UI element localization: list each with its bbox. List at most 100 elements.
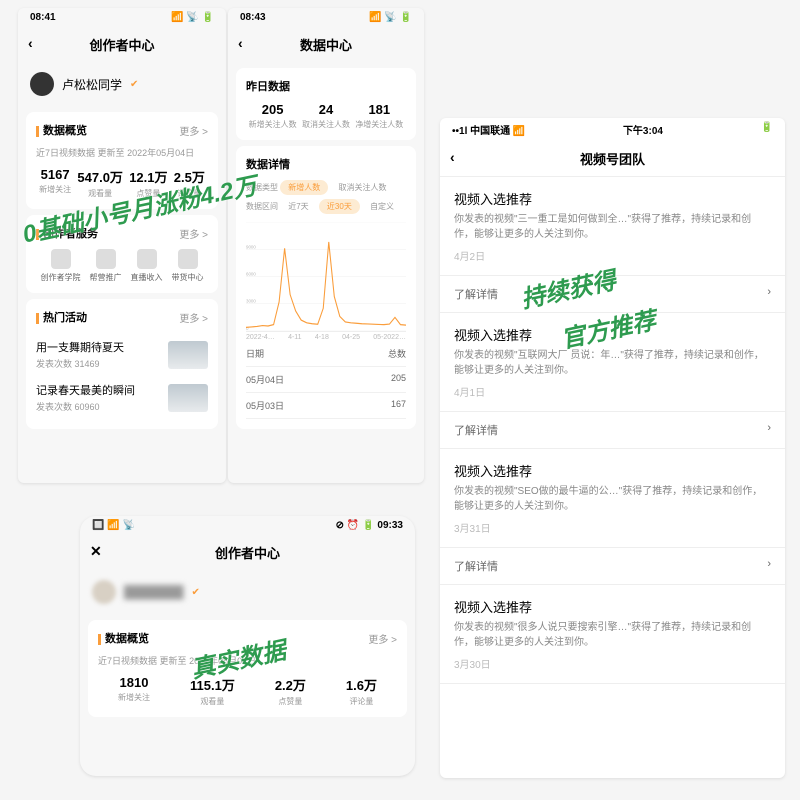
stat: 181净增关注人数 (355, 102, 403, 130)
stat: 2.2万点赞量 (275, 675, 306, 707)
notification-item[interactable]: 视频入选推荐你发表的视频"SEO做的最牛逼的公…"获得了推荐，持续记录和创作，能… (440, 449, 785, 548)
svg-text:3000: 3000 (246, 299, 256, 304)
nav-bar: ‹ 数据中心 (228, 27, 424, 62)
phone-creator-center-2: 🔲 📶 📡 ⊘ ⏰ 🔋 09:33 ✕ 创作者中心 ███████ ✔ 数据概览… (80, 516, 415, 776)
subtitle: 近7日视频数据 更新至 2022年05月04日 (98, 654, 397, 667)
chevron-right-icon: › (767, 422, 771, 438)
activity-thumbnail (168, 384, 208, 412)
chevron-right-icon: › (767, 286, 771, 302)
svg-text:6000: 6000 (246, 271, 256, 276)
activity-thumbnail (168, 341, 208, 369)
page-title: 创作者中心 (215, 546, 280, 561)
notification-item[interactable]: 视频入选推荐你发表的视频"很多人说只要搜索引擎…"获得了推荐，持续记录和创作，能… (440, 585, 785, 684)
avatar (30, 72, 54, 96)
battery-icon: 🔋 (761, 122, 773, 137)
profile-row[interactable]: ███████ ✔ (80, 570, 415, 614)
status-bar: 🔲 📶 📡 ⊘ ⏰ 🔋 09:33 (80, 516, 415, 535)
service-item[interactable]: 创作者学院 (41, 249, 81, 283)
page-title: 创作者中心 (89, 38, 154, 53)
yesterday-card: 昨日数据 205新增关注人数24取消关注人数181净增关注人数 (236, 68, 416, 140)
page-title: 数据中心 (300, 38, 352, 53)
table-header: 日期总数 (246, 341, 406, 367)
range-7d[interactable]: 近7天 (280, 199, 316, 214)
status-bar: ••1l 中国联通 📶 下午3:04 🔋 (440, 118, 785, 141)
table-row: 05月04日205 (246, 367, 406, 393)
phone-data-center: 08:43 📶 📡 🔋 ‹ 数据中心 昨日数据 205新增关注人数24取消关注人… (228, 8, 424, 483)
page-title: 视频号团队 (580, 152, 645, 167)
stats-row: 205新增关注人数24取消关注人数181净增关注人数 (246, 102, 406, 130)
detail-link[interactable]: 了解详情› (440, 548, 785, 585)
verified-badge-icon: ✔ (130, 79, 138, 90)
avatar (92, 580, 116, 604)
table-row: 05月03日167 (246, 393, 406, 419)
card-title: 数据详情 (246, 156, 406, 172)
tab-new[interactable]: 新增人数 (280, 180, 328, 195)
range-custom[interactable]: 自定义 (362, 199, 402, 214)
detail-link[interactable]: 了解详情› (440, 276, 785, 313)
card-title: 热门活动 (36, 309, 87, 325)
chevron-right-icon: › (767, 558, 771, 574)
phone-notifications: ••1l 中国联通 📶 下午3:04 🔋 ‹ 视频号团队 视频入选推荐你发表的视… (440, 118, 785, 778)
card-title: 创作者服务 (36, 225, 98, 241)
stat: 12.1万点赞量 (129, 167, 167, 199)
status-right: ⊘ ⏰ 🔋 09:33 (336, 520, 403, 531)
tab-cancel[interactable]: 取消关注人数 (330, 180, 394, 195)
status-icons: 📶 📡 🔋 (369, 12, 412, 23)
stat: 1810新增关注 (118, 675, 150, 707)
more-link[interactable]: 更多 > (368, 631, 397, 646)
card-title: 数据概览 (98, 630, 149, 646)
more-link[interactable]: 更多 > (179, 123, 208, 138)
card-title: 昨日数据 (246, 78, 406, 94)
detail-link[interactable]: 了解详情› (440, 412, 785, 449)
nav-bar: ✕ 创作者中心 (80, 535, 415, 570)
more-link[interactable]: 更多 > (179, 226, 208, 241)
stats-row: 5167新增关注547.0万观看量12.1万点赞量2.5万评论量 (36, 167, 208, 199)
services-card: 创作者服务 更多 > 创作者学院帮营推广直播收入带货中心 (26, 215, 218, 293)
detail-card: 数据详情 数据类型 新增人数 取消关注人数 数据区间 近7天 近30天 自定义 … (236, 146, 416, 429)
status-icons: 📶 📡 🔋 (171, 12, 214, 23)
stat: 24取消关注人数 (302, 102, 350, 130)
line-chart: 030006000900012000 (246, 222, 406, 332)
time: 08:41 (30, 12, 56, 23)
time: 下午3:04 (623, 122, 663, 137)
services-row: 创作者学院帮营推广直播收入带货中心 (36, 249, 208, 283)
back-icon[interactable]: ‹ (28, 35, 33, 51)
back-icon[interactable]: ‹ (450, 149, 455, 165)
profile-row[interactable]: 卢松松同学 ✔ (18, 62, 226, 106)
phone-creator-center-1: 08:41 📶 📡 🔋 ‹ 创作者中心 卢松松同学 ✔ 数据概览 更多 > 近7… (18, 8, 226, 483)
card-title: 数据概览 (36, 122, 87, 138)
nav-bar: ‹ 创作者中心 (18, 27, 226, 62)
status-bar: 08:43 📶 📡 🔋 (228, 8, 424, 27)
x-axis: 2022-4…4-114-1804-2505-2022… (246, 334, 406, 341)
back-icon[interactable]: ‹ (238, 35, 243, 51)
activities-card: 热门活动 更多 > 用一支舞期待夏天发表次数 31469记录春天最美的瞬间发表次… (26, 299, 218, 429)
service-item[interactable]: 帮营推广 (90, 249, 122, 283)
stat: 205新增关注人数 (249, 102, 297, 130)
time: 08:43 (240, 12, 266, 23)
subtitle: 近7日视频数据 更新至 2022年05月04日 (36, 146, 208, 159)
status-left: 🔲 📶 📡 (92, 520, 135, 531)
nav-bar: ‹ 视频号团队 (440, 141, 785, 177)
stats-row: 1810新增关注 115.1万观看量 2.2万点赞量 1.6万评论量 (98, 675, 397, 707)
more-link[interactable]: 更多 > (179, 310, 208, 325)
activity-item[interactable]: 用一支舞期待夏天发表次数 31469 (36, 333, 208, 376)
stat: 1.6万评论量 (346, 675, 377, 707)
profile-name-blurred: ███████ (124, 585, 184, 599)
profile-name: 卢松松同学 (62, 76, 122, 93)
svg-text:9000: 9000 (246, 244, 256, 249)
verified-badge-icon: ✔ (192, 587, 200, 598)
notification-item[interactable]: 视频入选推荐你发表的视频"互联网大厂 员说：年…"获得了推荐，持续记录和创作，能… (440, 313, 785, 412)
stat: 2.5万评论量 (174, 167, 205, 199)
activity-item[interactable]: 记录春天最美的瞬间发表次数 60960 (36, 376, 208, 419)
stat: 5167新增关注 (39, 167, 71, 199)
notification-item[interactable]: 视频入选推荐你发表的视频"三一重工是如何做到全…"获得了推荐，持续记录和创作，能… (440, 177, 785, 276)
overview-card: 数据概览 更多 > 近7日视频数据 更新至 2022年05月04日 5167新增… (26, 112, 218, 209)
status-bar: 08:41 📶 📡 🔋 (18, 8, 226, 27)
stat: 115.1万观看量 (190, 675, 235, 707)
close-icon[interactable]: ✕ (90, 543, 102, 560)
stat: 547.0万观看量 (77, 167, 123, 199)
service-item[interactable]: 带货中心 (172, 249, 204, 283)
overview-card: 数据概览 更多 > 近7日视频数据 更新至 2022年05月04日 1810新增… (88, 620, 407, 717)
service-item[interactable]: 直播收入 (131, 249, 163, 283)
range-30d[interactable]: 近30天 (319, 199, 360, 214)
